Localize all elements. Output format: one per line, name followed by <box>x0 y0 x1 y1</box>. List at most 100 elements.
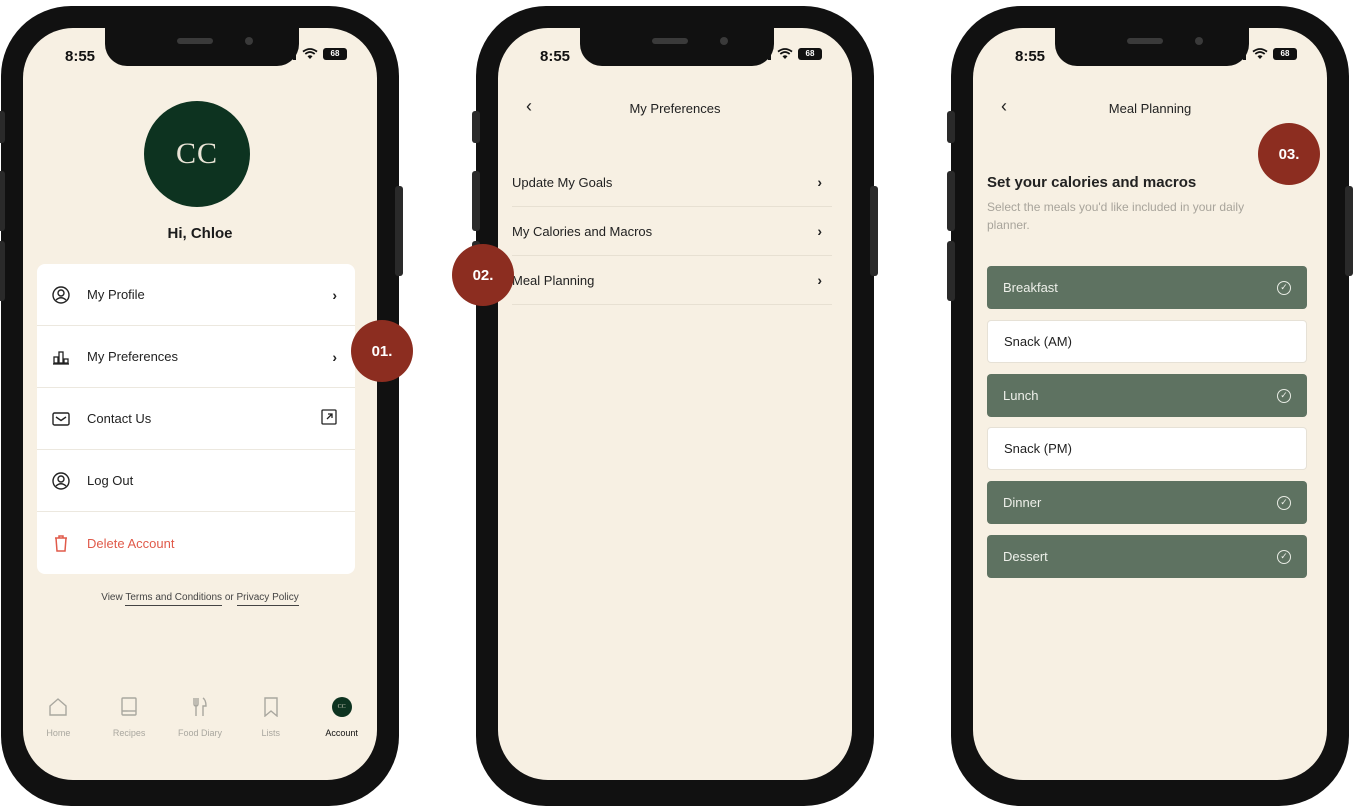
volume-up-button <box>0 171 5 231</box>
status-time: 8:55 <box>540 48 571 65</box>
volume-up-button <box>947 171 955 231</box>
tab-avatar: CC <box>331 697 352 717</box>
pref-item-calories-macros[interactable]: My Calories and Macros › <box>512 207 832 256</box>
tab-home[interactable]: Home <box>23 696 93 738</box>
meal-option-breakfast[interactable]: Breakfast ✓ <box>987 266 1307 309</box>
meal-label: Breakfast <box>1003 280 1058 295</box>
status-time: 8:55 <box>65 48 96 65</box>
signal-icon <box>756 49 772 60</box>
pref-item-label: Meal Planning <box>512 272 595 288</box>
external-link-icon <box>321 409 337 428</box>
notch <box>105 28 299 66</box>
mute-switch <box>0 111 5 143</box>
account-screen: 8:55 68 CC Hi, Chloe My Profile › My Pre… <box>23 28 377 780</box>
book-icon <box>118 696 140 718</box>
menu-item-delete-account[interactable]: Delete Account <box>37 512 355 574</box>
legal-links: View Terms and Conditions or Privacy Pol… <box>23 592 377 606</box>
bookmark-icon <box>260 696 282 718</box>
mute-switch <box>947 111 955 143</box>
battery-icon: 68 <box>1273 48 1297 60</box>
meal-option-snack-pm[interactable]: Snack (PM) <box>987 427 1307 470</box>
menu-item-label: My Preferences <box>87 349 179 364</box>
meal-label: Dessert <box>1003 549 1048 564</box>
terms-link[interactable]: Terms and Conditions <box>125 592 223 606</box>
menu-item-label: Log Out <box>87 473 134 488</box>
chevron-right-icon: › <box>332 286 337 303</box>
menu-item-label: Delete Account <box>87 535 175 551</box>
step-badge-01: 01. <box>351 320 413 382</box>
phone-preferences: 8:55 68 ‹ My Preferences Update My Goals… <box>472 6 878 806</box>
section-description: Select the meals you'd like included in … <box>987 200 1245 232</box>
legal-prefix: View <box>101 592 123 603</box>
check-circle-icon: ✓ <box>1277 549 1291 564</box>
meal-option-dessert[interactable]: Dessert ✓ <box>987 535 1307 578</box>
volume-down-button <box>947 241 955 301</box>
signal-icon <box>281 49 297 60</box>
pref-item-meal-planning[interactable]: Meal Planning › <box>512 256 832 305</box>
user-circle-icon <box>51 471 71 491</box>
step-badge-03: 03. <box>1258 123 1320 185</box>
wifi-icon <box>302 48 318 59</box>
check-circle-icon: ✓ <box>1277 495 1291 510</box>
menu-item-label: Contact Us <box>87 411 152 426</box>
status-icons: 68 <box>1231 48 1297 60</box>
notch <box>1055 28 1249 66</box>
tab-label: Account <box>325 728 358 738</box>
status-icons: 68 <box>756 48 822 60</box>
tab-lists[interactable]: Lists <box>236 696 306 738</box>
power-button <box>395 186 403 276</box>
volume-down-button <box>0 241 5 301</box>
user-circle-icon <box>51 285 71 305</box>
home-icon <box>47 696 69 718</box>
menu-item-contact-us[interactable]: Contact Us <box>37 388 355 450</box>
meal-option-lunch[interactable]: Lunch ✓ <box>987 374 1307 417</box>
battery-icon: 68 <box>798 48 822 60</box>
menu-item-log-out[interactable]: Log Out <box>37 450 355 512</box>
battery-icon: 68 <box>323 48 347 60</box>
bottom-tab-bar: Home Recipes Food Diary Lists CC Account <box>23 696 377 738</box>
profile-avatar: CC <box>144 101 250 207</box>
menu-item-my-preferences[interactable]: My Preferences › <box>37 326 355 388</box>
chevron-right-icon: › <box>817 272 822 288</box>
signal-icon <box>1231 49 1247 60</box>
trash-icon <box>51 533 71 553</box>
page-title: Meal Planning <box>1108 101 1192 116</box>
menu-item-label: My Profile <box>87 287 145 302</box>
meal-label: Snack (AM) <box>1004 334 1072 349</box>
power-button <box>1345 186 1353 276</box>
status-icons: 68 <box>281 48 347 60</box>
mute-switch <box>472 111 480 143</box>
phone-account: 8:55 68 CC Hi, Chloe My Profile › My Pre… <box>0 6 403 806</box>
meal-label: Snack (PM) <box>1004 441 1072 456</box>
status-time: 8:55 <box>1015 48 1046 65</box>
meal-option-dinner[interactable]: Dinner ✓ <box>987 481 1307 524</box>
notch <box>580 28 774 66</box>
tab-recipes[interactable]: Recipes <box>94 696 164 738</box>
account-menu: My Profile › My Preferences › Contact Us <box>37 264 355 574</box>
power-button <box>870 186 878 276</box>
greeting: Hi, Chloe <box>167 225 233 242</box>
preferences-icon <box>51 347 71 367</box>
tab-label: Recipes <box>112 728 146 738</box>
pref-item-label: My Calories and Macros <box>512 223 653 239</box>
meal-label: Lunch <box>1003 388 1039 403</box>
meal-option-snack-am[interactable]: Snack (AM) <box>987 320 1307 363</box>
step-badge-02: 02. <box>452 244 514 306</box>
meal-label: Dinner <box>1003 495 1042 510</box>
wifi-icon <box>1252 48 1268 59</box>
tab-account[interactable]: CC Account <box>307 696 377 738</box>
menu-item-my-profile[interactable]: My Profile › <box>37 264 355 326</box>
chevron-right-icon: › <box>817 223 822 239</box>
check-circle-icon: ✓ <box>1277 388 1291 403</box>
pref-item-update-goals[interactable]: Update My Goals › <box>512 158 832 207</box>
cutlery-icon <box>189 696 211 718</box>
envelope-icon <box>51 409 71 429</box>
tab-food-diary[interactable]: Food Diary <box>165 696 235 738</box>
legal-joiner: or <box>224 592 234 603</box>
tab-label: Home <box>46 728 71 738</box>
preferences-screen: 8:55 68 ‹ My Preferences Update My Goals… <box>498 28 852 780</box>
section-heading: Set your calories and macros <box>987 174 1197 191</box>
page-title: My Preferences <box>629 101 721 116</box>
pref-item-label: Update My Goals <box>512 174 613 190</box>
privacy-link[interactable]: Privacy Policy <box>236 592 299 606</box>
